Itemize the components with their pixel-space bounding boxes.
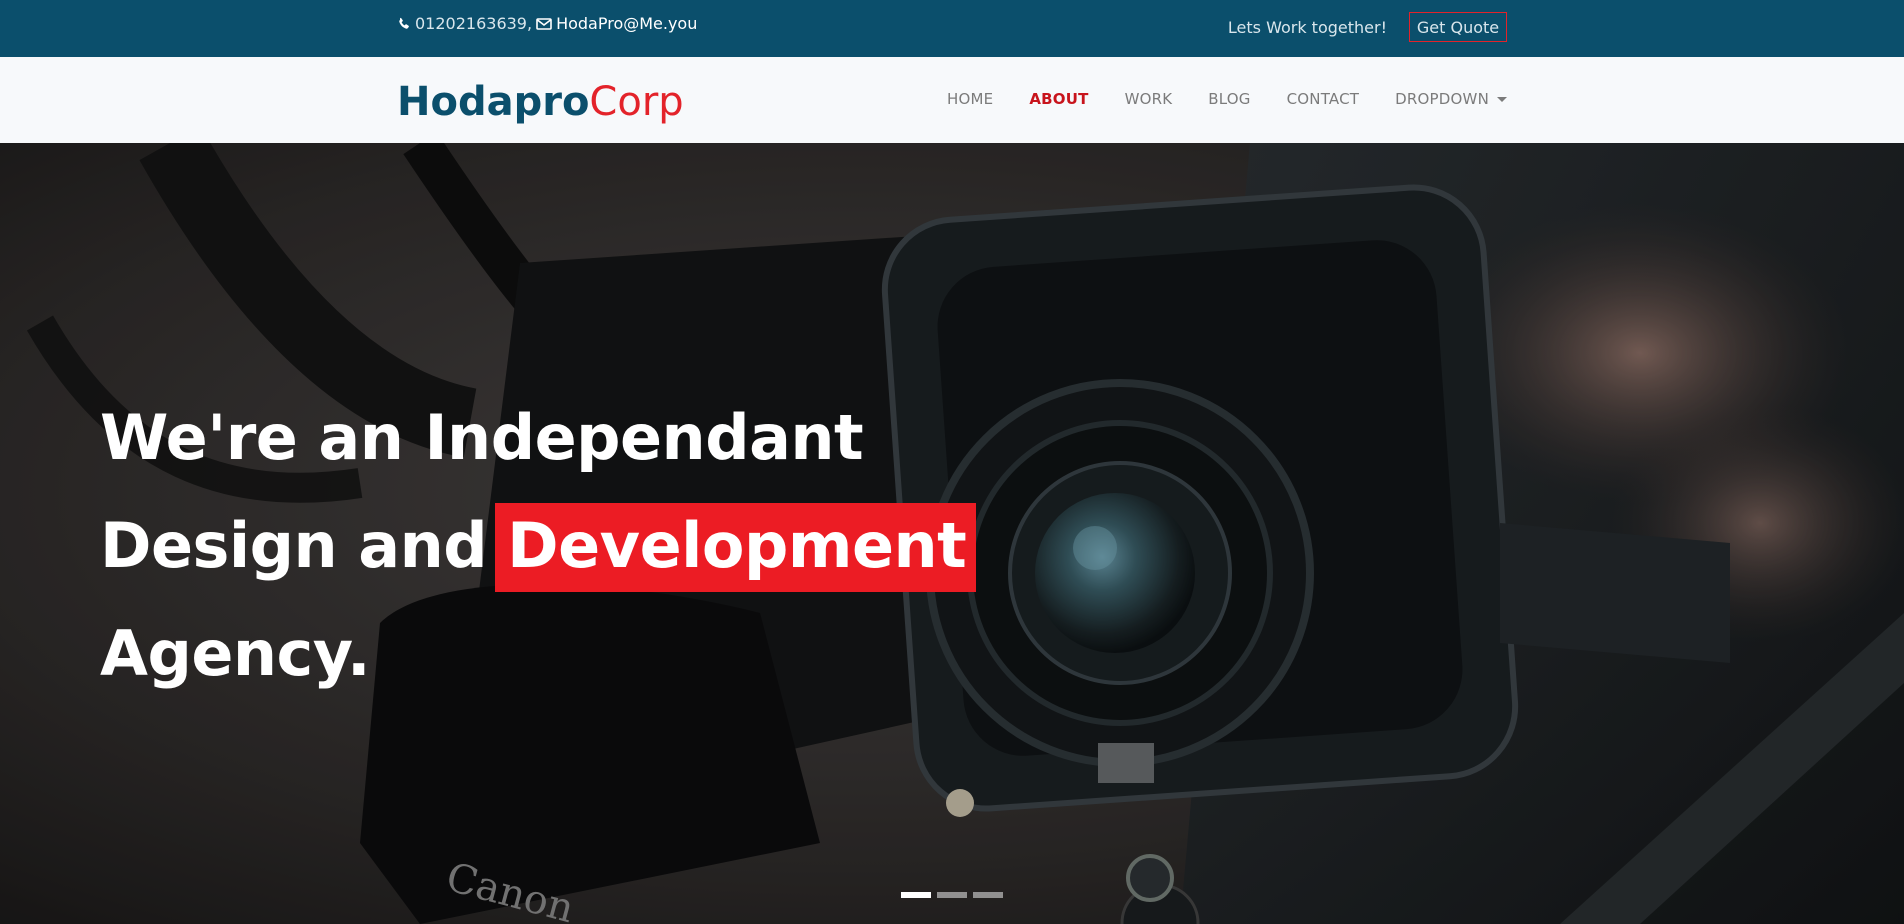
- carousel-indicator-1[interactable]: [901, 892, 931, 898]
- hero-carousel: Canon We're an Independant Design and Dev…: [0, 143, 1904, 924]
- caret-down-icon: [1497, 96, 1507, 102]
- brand-logo[interactable]: HodaproCorp: [397, 79, 684, 125]
- hero-headline: We're an Independant Design and Developme…: [100, 384, 977, 708]
- headline-line-3: Agency.: [100, 617, 371, 690]
- phone-icon: [399, 17, 409, 29]
- carousel-indicators: [901, 892, 1003, 898]
- brand-name-part1: Hodapro: [397, 79, 590, 125]
- nav-dropdown-label: DROPDOWN: [1395, 90, 1489, 108]
- nav-item-about[interactable]: ABOUT: [1029, 90, 1088, 108]
- navbar-container: HodaproCorp HOME ABOUT WORK BLOG CONTACT…: [397, 57, 1507, 143]
- headline-line-1: We're an Independant: [100, 401, 864, 474]
- top-bar-container: 01202163639, HodaPro@Me.you Lets Work to…: [397, 0, 1507, 57]
- headline-line-2-prefix: Design and: [100, 509, 488, 582]
- get-quote-button[interactable]: Get Quote: [1409, 12, 1507, 42]
- email-link[interactable]: HodaPro@Me.you: [556, 14, 697, 33]
- brand-name-part2: Corp: [589, 79, 684, 125]
- nav-item-blog[interactable]: BLOG: [1208, 90, 1250, 108]
- nav-item-home[interactable]: HOME: [947, 90, 993, 108]
- carousel-indicator-3[interactable]: [973, 892, 1003, 898]
- cta-text: Lets Work together!: [1227, 18, 1387, 37]
- nav-menu: HOME ABOUT WORK BLOG CONTACT DROPDOWN: [911, 90, 1507, 108]
- top-bar: 01202163639, HodaPro@Me.you Lets Work to…: [0, 0, 1904, 57]
- nav-item-work[interactable]: WORK: [1125, 90, 1173, 108]
- headline-line-2: Design and Development: [100, 492, 977, 600]
- carousel-indicator-2[interactable]: [937, 892, 967, 898]
- nav-item-dropdown[interactable]: DROPDOWN: [1395, 90, 1507, 108]
- main-navbar: HodaproCorp HOME ABOUT WORK BLOG CONTACT…: [0, 57, 1904, 143]
- contact-info: 01202163639, HodaPro@Me.you: [397, 14, 697, 33]
- envelope-icon: [536, 17, 552, 30]
- headline-highlight: Development: [495, 503, 977, 592]
- phone-number: 01202163639,: [415, 14, 533, 33]
- nav-item-contact[interactable]: CONTACT: [1287, 90, 1360, 108]
